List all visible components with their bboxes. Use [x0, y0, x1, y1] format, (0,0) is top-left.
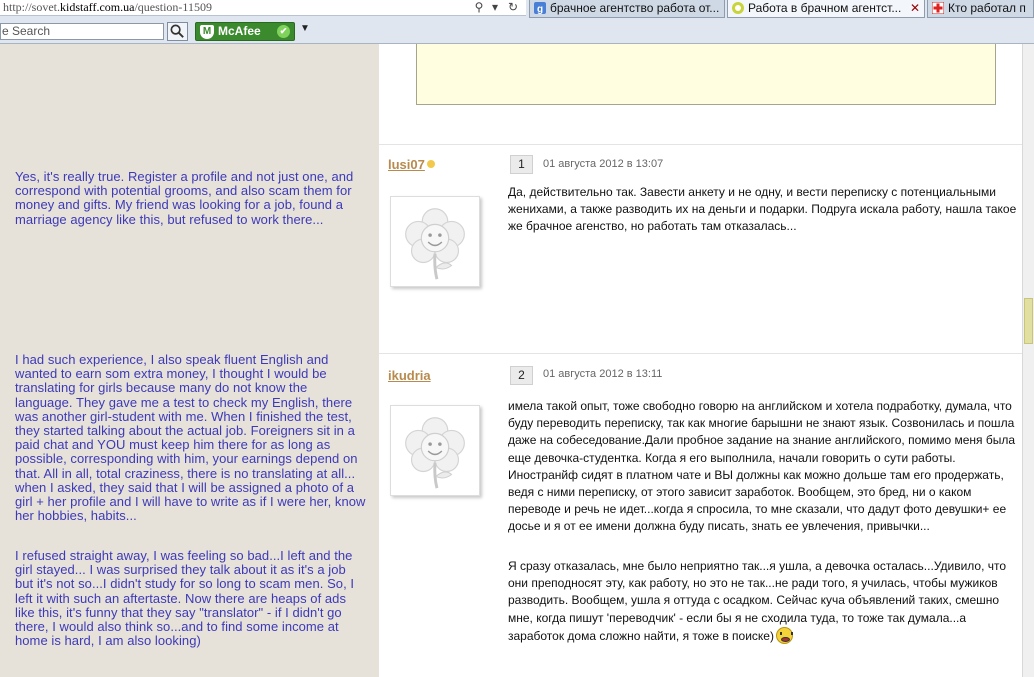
mcafee-shield-icon: M [200, 25, 214, 39]
post-1-text: Да, действительно так. Завести анкету и … [508, 185, 1017, 234]
address-bar[interactable]: http://sovet.kidstaff.com.ua/question-11… [0, 0, 526, 16]
post-2-date: 01 августа 2012 в 13:11 [543, 368, 663, 380]
tab-label: Работа в брачном агентст... [748, 1, 902, 15]
tab-google-search[interactable]: g брачное агентство работа от... [529, 0, 725, 18]
smiley-icon [775, 626, 793, 644]
google-icon: g [534, 2, 546, 14]
tab-label: Кто работал п [948, 1, 1026, 15]
post-1-date: 01 августа 2012 в 13:07 [543, 158, 664, 170]
post-1-number[interactable]: 1 [510, 155, 533, 174]
flower-avatar-icon [405, 417, 465, 489]
check-icon: ✔ [277, 25, 290, 38]
post-divider [379, 353, 1027, 354]
toolbar-search-input[interactable]: e Search [0, 23, 164, 40]
search-icon[interactable]: ⚲ [471, 0, 487, 16]
dropdown-arrow-icon[interactable]: ▾ [487, 0, 503, 16]
close-tab-icon[interactable]: ✕ [910, 0, 920, 16]
post-2-username[interactable]: ikudria [388, 368, 431, 383]
mcafee-label: McAfee [218, 24, 261, 38]
red-cross-icon [932, 2, 944, 14]
post-2-number[interactable]: 2 [510, 366, 533, 385]
toolbar-search-button[interactable] [167, 22, 188, 41]
post-2-text-paragraph-2: Я сразу отказалась, мне было неприятно т… [508, 559, 1007, 644]
translation-post-1: Yes, it's really true. Register a profil… [15, 169, 354, 227]
post-1-username[interactable]: lusi07 [388, 157, 435, 172]
kidstaff-icon [732, 2, 744, 14]
translation-post-2-paragraph-1: I had such experience, I also speak flue… [15, 352, 366, 524]
translation-post-2-paragraph-2: I refused straight away, I was feeling s… [15, 548, 355, 649]
translation-panel: Yes, it's really true. Register a profil… [0, 44, 379, 677]
tab-other[interactable]: Кто работал п [927, 0, 1034, 18]
refresh-icon[interactable]: ↻ [505, 0, 521, 16]
post-divider [379, 144, 1027, 145]
flower-avatar-icon [405, 208, 465, 280]
post-2-avatar[interactable] [390, 405, 480, 496]
browser-toolbar: http://sovet.kidstaff.com.ua/question-11… [0, 0, 1034, 44]
forum-thread: lusi07 1 01 августа 2012 в 13:07 Да, дей… [379, 44, 1034, 677]
page-scrollbar[interactable] [1022, 44, 1034, 677]
address-url[interactable]: http://sovet.kidstaff.com.ua/question-11… [3, 0, 212, 15]
post-2-text-paragraph-1: имела такой опыт, тоже свободно говорю н… [508, 399, 1016, 534]
quote-box [416, 44, 996, 105]
mcafee-dropdown-icon[interactable]: ▼ [300, 23, 310, 34]
post-1-avatar[interactable] [390, 196, 480, 287]
mcafee-button[interactable]: M McAfee ✔ [195, 22, 295, 41]
svg-text:g: g [537, 4, 543, 14]
magnifier-icon [170, 24, 184, 38]
tab-label: брачное агентство работа от... [550, 1, 720, 15]
online-status-icon [426, 160, 435, 168]
scrollbar-thumb[interactable] [1024, 298, 1033, 344]
tab-kidstaff-active[interactable]: Работа в брачном агентст... ✕ [727, 0, 925, 18]
